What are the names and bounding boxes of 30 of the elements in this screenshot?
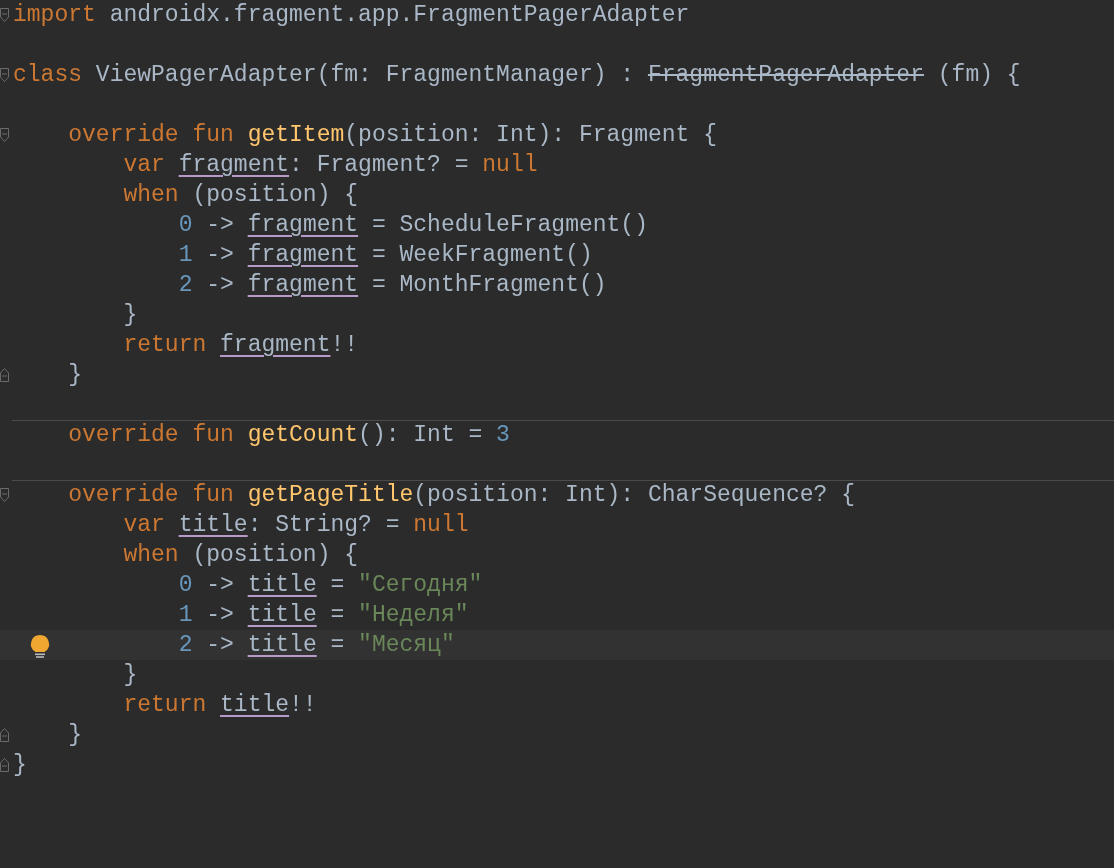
code-line: class ViewPagerAdapter(fm: FragmentManager) : FragmentPagerAdapter (fm) { — [13, 61, 1021, 90]
code-line: import androidx.fragment.app.FragmentPagerAdapter — [13, 1, 690, 30]
code-line: } — [13, 751, 27, 780]
code-line: 0 -> fragment = ScheduleFragment() — [178, 211, 648, 240]
code-line: 2 -> fragment = MonthFragment() — [178, 271, 607, 300]
code-line: var title: String? = null — [123, 511, 469, 540]
code-line: override fun getItem(position: Int): Fragment { — [68, 121, 717, 150]
lightbulb-icon[interactable] — [29, 634, 51, 658]
code-line: when (position) { — [123, 541, 359, 570]
fold-marker-icon[interactable] — [0, 728, 9, 742]
code-line: } — [68, 361, 83, 390]
code-line: override fun getPageTitle(position: Int): CharSequence? { — [68, 481, 855, 510]
fold-marker-icon[interactable] — [0, 368, 9, 382]
fold-marker-icon[interactable] — [0, 68, 9, 82]
code-line: 2 -> title = "Месяц" — [178, 631, 455, 660]
code-line: } — [123, 301, 138, 330]
code-line: var fragment: Fragment? = null — [123, 151, 538, 180]
code-line: 0 -> title = "Сегодня" — [178, 571, 483, 600]
code-line: 1 -> title = "Неделя" — [178, 601, 469, 630]
code-line: 1 -> fragment = WeekFragment() — [178, 241, 593, 270]
fold-marker-icon[interactable] — [0, 128, 9, 142]
code-line: } — [68, 721, 83, 750]
code-line: return title!! — [123, 691, 317, 720]
fold-marker-icon[interactable] — [0, 8, 9, 22]
code-line: override fun getCount(): Int = 3 — [68, 421, 510, 450]
code-line: return fragment!! — [123, 331, 359, 360]
fold-marker-icon[interactable] — [0, 488, 9, 502]
fold-marker-icon[interactable] — [0, 758, 9, 772]
code-line: } — [123, 661, 138, 690]
code-line: when (position) { — [123, 181, 359, 210]
